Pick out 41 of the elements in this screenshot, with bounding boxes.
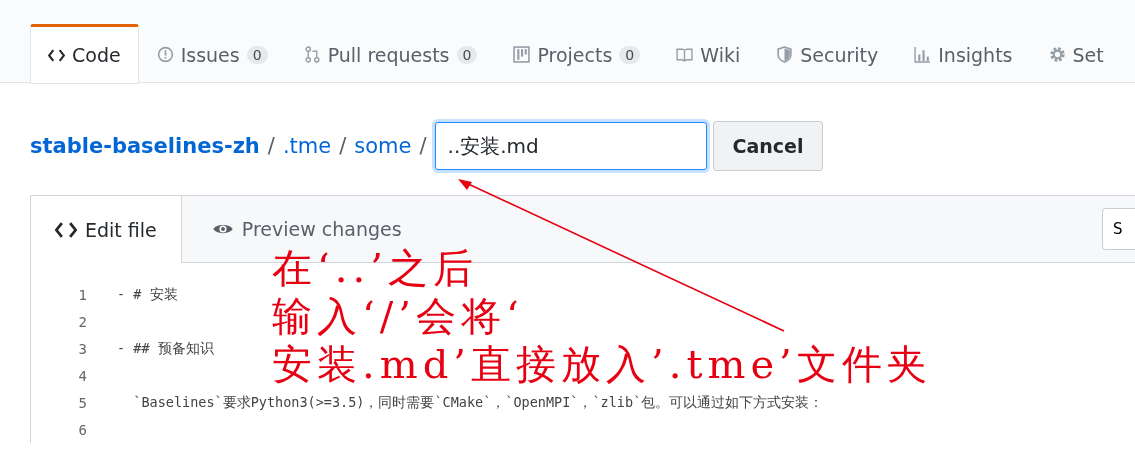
breadcrumb-link[interactable]: .tme	[282, 134, 332, 158]
count-badge: 0	[619, 45, 641, 64]
code-line: - ## 预备知识	[117, 339, 214, 358]
line-number: 1	[77, 286, 87, 303]
breadcrumb-link[interactable]: some	[354, 134, 412, 158]
repo-tab[interactable]: Issues 0	[138, 24, 286, 83]
editor-tab[interactable]: Preview changes	[181, 216, 422, 242]
path-separator: /	[419, 134, 427, 158]
line-number: 2	[77, 313, 87, 330]
cancel-button[interactable]: Cancel	[712, 121, 824, 171]
annotation-text: 在‘..’之后	[272, 244, 478, 292]
annotation-text: 输入‘/’会将‘	[272, 292, 524, 340]
bar-chart-icon	[914, 46, 932, 63]
indent-select[interactable]: S	[1102, 208, 1135, 250]
settings-icon	[1048, 46, 1066, 63]
repo-tab[interactable]: Projects 0	[495, 24, 659, 83]
editor-tab[interactable]: Edit file	[31, 196, 182, 263]
repo-tab[interactable]: Wiki	[658, 24, 759, 83]
line-number: 4	[77, 367, 87, 384]
repo-tab[interactable]: Security	[758, 24, 897, 83]
shield-icon	[776, 46, 794, 63]
code-line: `Baselines`要求Python3(>=3.5)，同时需要`CMake`，`OpenMPI`，`zlib`包。可以通过如下方式安装：	[132, 393, 824, 412]
line-number: 3	[77, 340, 87, 357]
repo-tab[interactable]: Code	[30, 24, 139, 84]
project-board-icon	[513, 46, 531, 63]
repo-tab[interactable]: Set	[1030, 24, 1122, 83]
breadcrumb-link[interactable]: stable-baselines-zh	[30, 134, 260, 158]
path-separator: /	[339, 134, 347, 158]
repo-tab[interactable]: Pull requests 0	[285, 24, 496, 83]
pull-request-icon	[303, 46, 321, 63]
code-line: - # 安装	[117, 285, 178, 304]
line-number: 6	[77, 421, 87, 438]
line-number: 5	[77, 394, 87, 411]
annotation-text: 安装.md’直接放入’.tme’文件夹	[272, 340, 932, 388]
book-icon	[676, 46, 694, 63]
count-badge: 0	[246, 45, 268, 64]
count-badge: 0	[456, 45, 478, 64]
filename-field[interactable]: ..安装.md	[434, 122, 707, 170]
path-separator: /	[267, 134, 275, 158]
issue-icon	[156, 46, 174, 63]
repo-tab[interactable]: Insights	[896, 24, 1031, 83]
